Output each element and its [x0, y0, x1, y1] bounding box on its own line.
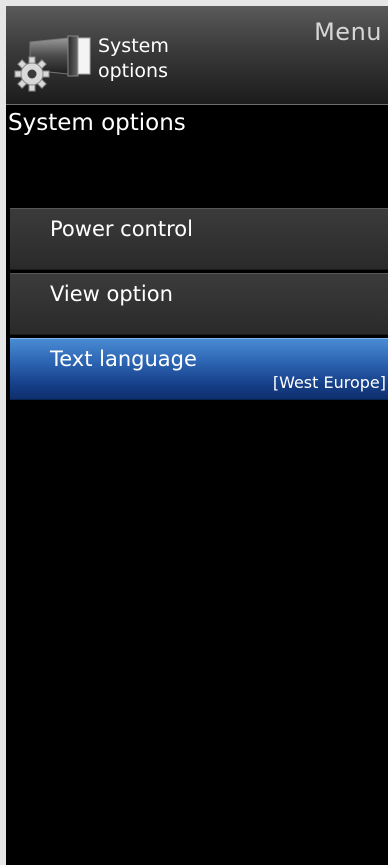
menu-item-value: [West Europe]	[272, 373, 386, 392]
menu-item-label: Power control	[50, 217, 193, 241]
menu-item-label: View option	[50, 282, 173, 306]
page-title: System options	[8, 110, 186, 136]
menu-label: Menu	[314, 18, 382, 46]
menu-item-view-option[interactable]: View option	[10, 273, 388, 335]
header-title: System options	[98, 34, 169, 84]
menu-panel: System options Menu System options Power…	[6, 6, 388, 865]
gear-projector-icon	[10, 28, 94, 94]
menu-list: Power control View option Text language …	[10, 208, 388, 403]
menu-item-label: Text language	[50, 347, 197, 371]
menu-item-text-language[interactable]: Text language [West Europe]	[10, 338, 388, 400]
header-title-line1: System	[98, 35, 169, 57]
header-title-line2: options	[98, 60, 168, 82]
menu-item-power-control[interactable]: Power control	[10, 208, 388, 270]
menu-header: System options Menu	[6, 6, 388, 105]
